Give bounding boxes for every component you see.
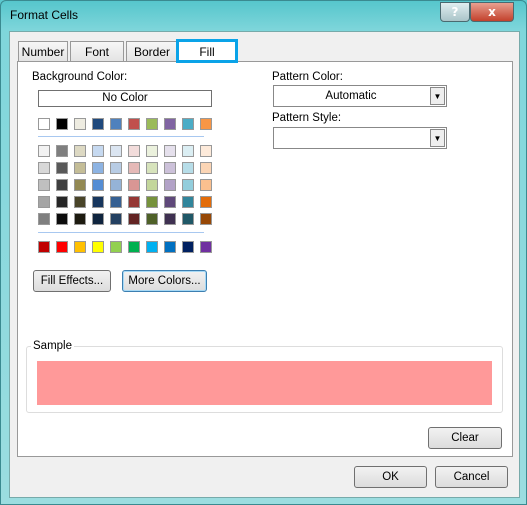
tint-color-swatch[interactable] bbox=[92, 196, 104, 208]
fill-panel: Background Color: No Color Fill Effects.… bbox=[17, 61, 513, 457]
tint-color-swatch[interactable] bbox=[92, 162, 104, 174]
tint-color-swatch[interactable] bbox=[164, 179, 176, 191]
pattern-color-value: Automatic bbox=[325, 90, 377, 102]
standard-color-swatch[interactable] bbox=[56, 241, 68, 253]
tint-color-swatch[interactable] bbox=[38, 162, 50, 174]
standard-color-swatch[interactable] bbox=[92, 241, 104, 253]
tint-color-swatch[interactable] bbox=[38, 213, 50, 225]
theme-color-swatch[interactable] bbox=[128, 118, 140, 130]
tint-color-swatch[interactable] bbox=[200, 196, 212, 208]
tint-color-swatch[interactable] bbox=[182, 179, 194, 191]
tint-color-swatch[interactable] bbox=[146, 213, 158, 225]
dialog-body: Number Font Border Background Color: No … bbox=[9, 31, 520, 498]
tint-color-swatch[interactable] bbox=[110, 179, 122, 191]
tint-color-swatch[interactable] bbox=[182, 213, 194, 225]
standard-color-swatch[interactable] bbox=[200, 241, 212, 253]
tint-color-swatch[interactable] bbox=[146, 179, 158, 191]
chevron-down-icon[interactable]: ▼ bbox=[430, 129, 445, 147]
tint-color-swatch[interactable] bbox=[38, 179, 50, 191]
tint-color-swatch[interactable] bbox=[74, 145, 86, 157]
cancel-button[interactable]: Cancel bbox=[435, 466, 508, 488]
theme-color-swatch[interactable] bbox=[110, 118, 122, 130]
tab-fill[interactable]: Fill bbox=[176, 39, 238, 63]
standard-color-swatch[interactable] bbox=[164, 241, 176, 253]
theme-color-swatch[interactable] bbox=[146, 118, 158, 130]
theme-color-swatch[interactable] bbox=[38, 118, 50, 130]
pattern-color-label: Pattern Color: bbox=[272, 71, 343, 83]
standard-color-swatch[interactable] bbox=[128, 241, 140, 253]
standard-color-swatch[interactable] bbox=[38, 241, 50, 253]
tint-color-swatch[interactable] bbox=[200, 162, 212, 174]
tint-color-swatch[interactable] bbox=[38, 145, 50, 157]
tint-color-swatch[interactable] bbox=[110, 145, 122, 157]
tint-color-swatch[interactable] bbox=[128, 145, 140, 157]
ok-button[interactable]: OK bbox=[354, 466, 427, 488]
tint-color-swatch[interactable] bbox=[92, 179, 104, 191]
palette-divider bbox=[38, 136, 204, 137]
tab-font[interactable]: Font bbox=[70, 41, 124, 62]
no-color-button[interactable]: No Color bbox=[38, 90, 212, 107]
tint-color-swatch[interactable] bbox=[182, 145, 194, 157]
fill-effects-button[interactable]: Fill Effects... bbox=[33, 270, 111, 292]
tint-color-swatch[interactable] bbox=[128, 162, 140, 174]
chevron-down-icon[interactable]: ▼ bbox=[430, 87, 445, 105]
standard-color-swatch[interactable] bbox=[182, 241, 194, 253]
palette-divider bbox=[38, 232, 204, 233]
close-button[interactable]: x bbox=[470, 2, 514, 22]
tint-color-swatch[interactable] bbox=[74, 179, 86, 191]
tint-color-swatch[interactable] bbox=[164, 162, 176, 174]
tint-color-swatch[interactable] bbox=[110, 213, 122, 225]
standard-color-swatch[interactable] bbox=[74, 241, 86, 253]
tint-color-swatch[interactable] bbox=[164, 196, 176, 208]
tint-color-swatch[interactable] bbox=[128, 179, 140, 191]
tab-border[interactable]: Border bbox=[126, 41, 178, 62]
tint-color-swatch[interactable] bbox=[200, 145, 212, 157]
theme-color-swatch[interactable] bbox=[182, 118, 194, 130]
standard-color-swatch[interactable] bbox=[110, 241, 122, 253]
format-cells-dialog: Format Cells ? x Number Font Border Back… bbox=[0, 0, 527, 505]
standard-color-swatch[interactable] bbox=[146, 241, 158, 253]
tint-color-swatch[interactable] bbox=[56, 145, 68, 157]
tint-color-swatch[interactable] bbox=[56, 179, 68, 191]
tint-color-swatch[interactable] bbox=[146, 162, 158, 174]
theme-color-swatch[interactable] bbox=[74, 118, 86, 130]
tab-number[interactable]: Number bbox=[18, 41, 68, 62]
theme-color-swatch[interactable] bbox=[164, 118, 176, 130]
tint-color-swatch[interactable] bbox=[128, 196, 140, 208]
pattern-style-label: Pattern Style: bbox=[272, 112, 342, 124]
tint-color-swatch[interactable] bbox=[128, 213, 140, 225]
clear-button[interactable]: Clear bbox=[428, 427, 502, 449]
tint-color-swatch[interactable] bbox=[56, 162, 68, 174]
help-button[interactable]: ? bbox=[440, 2, 470, 22]
tint-color-swatch[interactable] bbox=[74, 196, 86, 208]
tint-color-swatch[interactable] bbox=[110, 162, 122, 174]
pattern-color-dropdown[interactable]: Automatic ▼ bbox=[273, 85, 447, 107]
tint-color-swatch[interactable] bbox=[74, 213, 86, 225]
sample-preview bbox=[37, 361, 492, 405]
more-colors-button[interactable]: More Colors... bbox=[122, 270, 207, 292]
tint-color-swatch[interactable] bbox=[200, 179, 212, 191]
tint-color-swatch[interactable] bbox=[146, 196, 158, 208]
tint-color-swatch[interactable] bbox=[110, 196, 122, 208]
tint-color-swatch[interactable] bbox=[182, 196, 194, 208]
tint-color-swatch[interactable] bbox=[74, 162, 86, 174]
tint-color-swatch[interactable] bbox=[92, 213, 104, 225]
tint-color-swatch[interactable] bbox=[38, 196, 50, 208]
tint-color-swatch[interactable] bbox=[182, 162, 194, 174]
theme-color-swatch[interactable] bbox=[200, 118, 212, 130]
sample-group: Sample bbox=[26, 340, 503, 413]
window-title: Format Cells bbox=[10, 8, 79, 22]
theme-color-swatch[interactable] bbox=[92, 118, 104, 130]
background-color-label: Background Color: bbox=[32, 71, 128, 83]
pattern-style-dropdown[interactable]: ▼ bbox=[273, 127, 447, 149]
tint-color-swatch[interactable] bbox=[92, 145, 104, 157]
theme-color-swatch[interactable] bbox=[56, 118, 68, 130]
tint-color-swatch[interactable] bbox=[200, 213, 212, 225]
tint-color-swatch[interactable] bbox=[146, 145, 158, 157]
sample-label: Sample bbox=[31, 340, 74, 352]
tint-color-swatch[interactable] bbox=[56, 196, 68, 208]
tint-color-swatch[interactable] bbox=[164, 145, 176, 157]
tint-color-swatch[interactable] bbox=[164, 213, 176, 225]
tint-color-swatch[interactable] bbox=[56, 213, 68, 225]
